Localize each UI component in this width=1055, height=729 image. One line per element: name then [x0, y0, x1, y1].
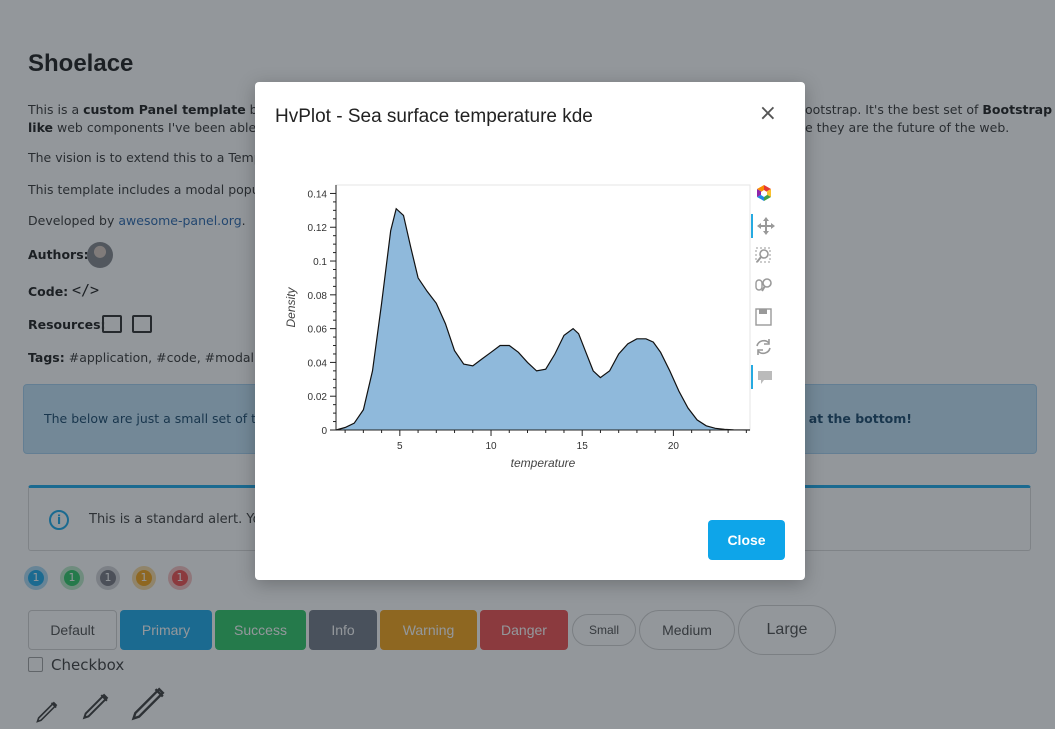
y-tick-label: 0.08: [308, 291, 328, 302]
x-tick-label: 10: [485, 441, 497, 452]
y-tick-label: 0.1: [313, 257, 327, 268]
modal-dialog: HvPlot - Sea surface temperature kde × 0…: [255, 82, 805, 580]
hover-icon[interactable]: [751, 365, 777, 389]
wheel-zoom-icon[interactable]: [751, 274, 777, 298]
y-tick-label: 0: [321, 426, 327, 437]
box-zoom-icon[interactable]: [751, 244, 777, 268]
pan-icon[interactable]: [751, 214, 777, 238]
save-icon[interactable]: [751, 305, 777, 329]
y-tick-label: 0.14: [308, 189, 328, 200]
kde-plot[interactable]: 0 0.02 0.04 0.06 0.08 0.1 0.12 0.14 5 10 15 20 tempe…: [255, 82, 805, 502]
close-button[interactable]: Close: [708, 520, 785, 560]
y-tick-label: 0.02: [308, 392, 328, 403]
x-tick-label: 15: [577, 441, 589, 452]
x-tick-label: 20: [668, 441, 680, 452]
y-tick-label: 0.12: [308, 223, 328, 234]
y-axis-label: Density: [284, 286, 298, 327]
bokeh-logo-icon[interactable]: [751, 183, 777, 207]
y-tick-label: 0.04: [308, 358, 328, 369]
x-axis-label: temperature: [511, 456, 576, 470]
reset-icon[interactable]: [751, 335, 777, 359]
y-tick-label: 0.06: [308, 325, 328, 336]
x-tick-label: 5: [397, 441, 403, 452]
